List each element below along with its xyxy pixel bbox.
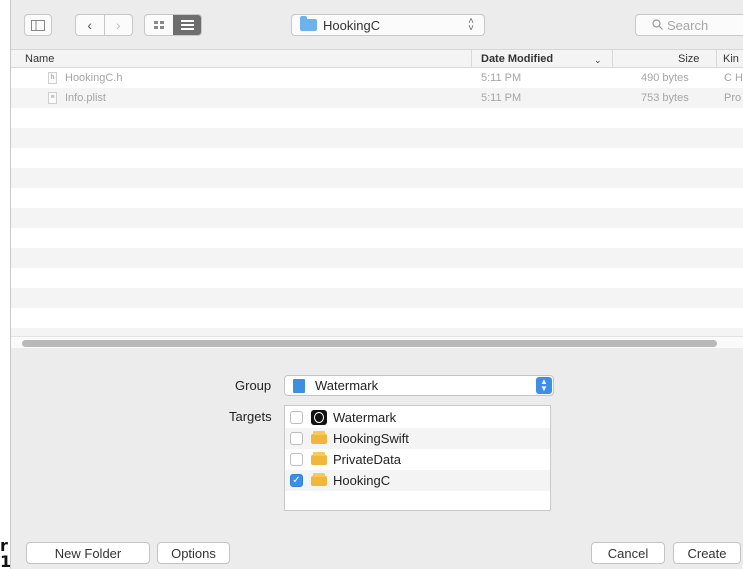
target-checkbox[interactable] (290, 453, 303, 466)
column-name[interactable]: Name (25, 53, 54, 65)
folder-icon (300, 16, 317, 31)
sidebar-toggle-button[interactable] (24, 14, 52, 36)
background-window-fragment: r1 (0, 538, 10, 569)
file-date: 5:11 PM (481, 92, 522, 104)
group-popup[interactable]: Watermark ▲ ▼ (284, 375, 554, 396)
list-icon (180, 20, 194, 30)
target-checkbox[interactable] (290, 411, 303, 424)
framework-icon (311, 452, 327, 465)
column-separator (612, 50, 613, 68)
target-row-privatedata[interactable]: PrivateData (285, 449, 550, 470)
target-name: HookingSwift (333, 431, 409, 446)
targets-list: Watermark HookingSwift PrivateData ✓ Hoo… (284, 405, 551, 511)
file-name: HookingC.h (65, 72, 123, 84)
file-size: 753 bytes (641, 92, 689, 104)
back-forward-group: ‹ › (75, 14, 133, 36)
empty-row (11, 228, 743, 248)
empty-row (11, 208, 743, 228)
sidebar-icon (31, 19, 45, 31)
targets-label: Targets (229, 409, 272, 424)
target-row-hookingswift[interactable]: HookingSwift (285, 428, 550, 449)
target-name: PrivateData (333, 452, 401, 467)
file-size: 490 bytes (641, 72, 689, 84)
location-popup[interactable]: HookingC ˄ ˅ (291, 14, 485, 36)
file-row[interactable]: ≡ Info.plist 5:11 PM 753 bytes Pro (11, 88, 743, 108)
empty-row (11, 148, 743, 168)
toolbar: ‹ › HookingC ˄ ˅ Search (11, 0, 743, 50)
sort-chevron-icon: ⌄ (594, 55, 602, 65)
list-view-button[interactable] (173, 15, 201, 35)
file-kind: C H (724, 72, 743, 84)
options-button[interactable]: Options (157, 542, 230, 564)
search-placeholder: Search (667, 17, 709, 33)
target-checkbox[interactable] (290, 432, 303, 445)
group-value: Watermark (315, 378, 379, 393)
target-name: HookingC (333, 473, 391, 488)
chevron-right-icon: › (115, 17, 121, 33)
updown-chevron-icon: ˄ ˅ (468, 16, 474, 34)
chevron-left-icon: ‹ (87, 17, 93, 33)
column-kind[interactable]: Kin (723, 53, 739, 65)
column-separator (716, 50, 717, 68)
file-date: 5:11 PM (481, 72, 522, 84)
file-kind: Pro (724, 92, 742, 104)
create-button[interactable]: Create (673, 542, 741, 564)
forward-button[interactable]: › (103, 15, 133, 35)
search-field[interactable]: Search (635, 14, 743, 36)
view-mode-group (144, 14, 202, 36)
new-folder-button[interactable]: New Folder (26, 542, 150, 564)
target-row-watermark[interactable]: Watermark (285, 407, 550, 428)
column-header: Name Date Modified ⌄ Size Kin (11, 50, 743, 68)
column-date-modified[interactable]: Date Modified (481, 53, 553, 65)
scrollbar-thumb[interactable] (22, 340, 717, 347)
file-row[interactable]: h HookingC.h 5:11 PM 490 bytes C H (11, 68, 743, 88)
empty-row (11, 248, 743, 268)
project-icon (293, 378, 305, 393)
checkmark-icon: ✓ (292, 475, 301, 486)
empty-row (11, 268, 743, 288)
target-name: Watermark (333, 410, 397, 425)
target-row-hookingc[interactable]: ✓ HookingC (285, 470, 550, 491)
column-size[interactable]: Size (678, 53, 699, 65)
empty-row (11, 308, 743, 328)
empty-row (11, 168, 743, 188)
group-label: Group (235, 378, 272, 393)
empty-row (11, 188, 743, 208)
framework-icon (311, 473, 327, 486)
app-icon (311, 410, 327, 425)
horizontal-scrollbar[interactable] (11, 336, 743, 348)
icon-view-button[interactable] (145, 15, 173, 35)
empty-row (11, 108, 743, 128)
target-checkbox[interactable]: ✓ (290, 474, 303, 487)
updown-chevron-icon: ▲ ▼ (536, 377, 552, 394)
save-dialog: ‹ › HookingC ˄ ˅ Search Name Date Modifie… (10, 0, 743, 569)
column-separator (471, 50, 472, 68)
back-button[interactable]: ‹ (76, 15, 104, 35)
grid-icon (153, 20, 164, 29)
framework-icon (311, 431, 327, 444)
file-list: h HookingC.h 5:11 PM 490 bytes C H ≡ Inf… (11, 68, 743, 336)
cancel-button[interactable]: Cancel (591, 542, 665, 564)
search-icon (652, 18, 663, 33)
plist-file-icon: ≡ (48, 92, 57, 104)
empty-row (11, 288, 743, 308)
empty-row (11, 328, 743, 336)
location-label: HookingC (323, 17, 381, 33)
header-file-icon: h (48, 72, 57, 84)
empty-row (11, 128, 743, 148)
file-name: Info.plist (65, 92, 106, 104)
